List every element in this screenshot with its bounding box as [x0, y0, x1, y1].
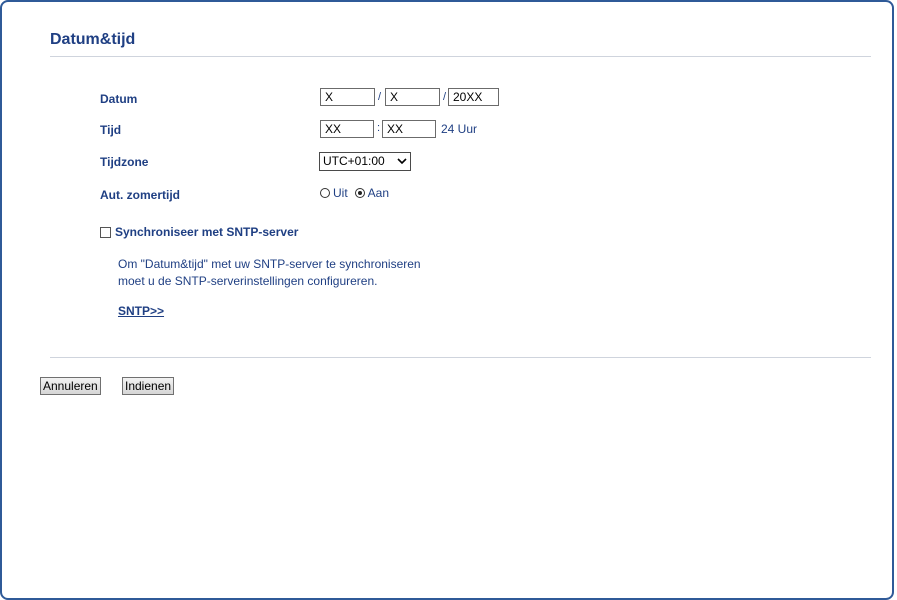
submit-button[interactable]: Indienen: [122, 377, 175, 395]
date-month-input[interactable]: [385, 88, 440, 106]
bottom-divider: [50, 357, 871, 358]
page-title: Datum&tijd: [50, 31, 136, 48]
chevron-down-icon: [397, 158, 407, 165]
dst-on-label: Aan: [367, 186, 390, 200]
dst-off-radio[interactable]: [320, 188, 330, 198]
sntp-sync-checkbox[interactable]: [100, 226, 111, 238]
dst-label: Aut. zomertijd: [100, 188, 180, 202]
dst-off-label: Uit: [333, 186, 348, 200]
sntp-info-text: Om "Datum&tijd" met uw SNTP-server te sy…: [118, 256, 421, 290]
time-label: Tijd: [100, 123, 122, 137]
sntp-sync-label: Synchroniseer met SNTP-server: [115, 225, 299, 239]
sntp-info-line-1: Om "Datum&tijd" met uw SNTP-server te sy…: [118, 257, 421, 271]
date-separator-1: /: [378, 91, 382, 103]
sntp-link[interactable]: SNTP>>: [118, 304, 164, 318]
timezone-select[interactable]: UTC+01:00: [319, 152, 411, 171]
date-year-input[interactable]: [448, 88, 499, 106]
time-minutes-input[interactable]: [382, 120, 436, 138]
timezone-selected-value: UTC+01:00: [323, 154, 385, 168]
date-separator-2: /: [443, 91, 447, 103]
sntp-info-line-2: moet u de SNTP-serverinstellingen config…: [118, 274, 378, 288]
time-format-label: 24 Uur: [441, 122, 478, 136]
content-frame: [0, 0, 894, 600]
dst-radio-group: Uit Aan: [320, 186, 396, 200]
time-separator: :: [377, 122, 381, 134]
title-divider: [50, 56, 871, 57]
date-day-input[interactable]: [320, 88, 375, 106]
dst-on-radio[interactable]: [354, 188, 365, 198]
timezone-label: Tijdzone: [100, 155, 149, 169]
cancel-button[interactable]: Annuleren: [40, 377, 101, 395]
date-label: Datum: [100, 92, 138, 106]
sntp-sync-row: Synchroniseer met SNTP-server: [100, 225, 298, 239]
time-hours-input[interactable]: [320, 120, 374, 138]
